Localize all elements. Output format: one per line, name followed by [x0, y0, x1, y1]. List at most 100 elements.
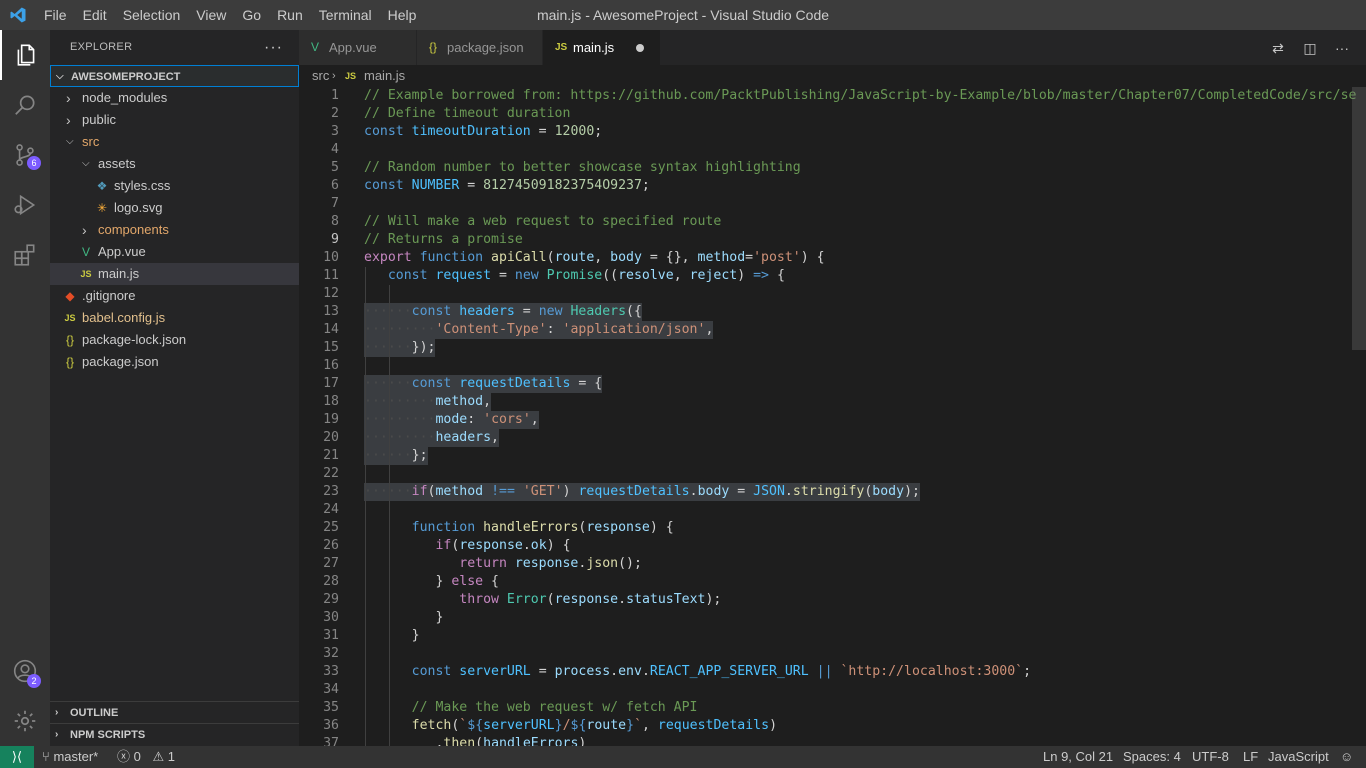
menu-edit[interactable]: Edit: [75, 0, 115, 30]
code-token: .: [618, 592, 627, 607]
code-line[interactable]: 27 return response.json();: [299, 555, 1352, 573]
code-line[interactable]: 33 const serverURL = process.env.REACT_A…: [299, 663, 1352, 681]
source-control-button[interactable]: 6: [0, 130, 50, 180]
tree-item--gitignore[interactable]: ◆ .gitignore: [50, 285, 299, 307]
tree-item-babel-config-js[interactable]: JS babel.config.js: [50, 307, 299, 329]
code-line[interactable]: 18 ·········method,: [299, 393, 1352, 411]
code-token: `: [634, 718, 643, 733]
code-line[interactable]: 1 // Example borrowed from: https://githu…: [299, 87, 1356, 105]
tree-item-logo-svg[interactable]: ✳ logo.svg: [50, 197, 299, 219]
eol-status[interactable]: LF: [1243, 746, 1258, 768]
scrollbar-thumb[interactable]: [1352, 87, 1366, 350]
tree-item-public[interactable]: › public: [50, 109, 299, 131]
code-line[interactable]: 10 export function apiCall(route, body = …: [299, 249, 1352, 267]
menu-file[interactable]: File: [36, 0, 75, 30]
code-line[interactable]: 5 // Random number to better showcase syn…: [299, 159, 1352, 177]
code-line[interactable]: 37 .then(handleErrors): [299, 735, 1352, 746]
code-line[interactable]: 16: [299, 357, 1352, 375]
code-line[interactable]: 2 // Define timeout duration: [299, 105, 1352, 123]
code-line[interactable]: 28 } else {: [299, 573, 1352, 591]
code-line[interactable]: 12: [299, 285, 1352, 303]
code-line[interactable]: 14 ·········'Content-Type': 'application/…: [299, 321, 1352, 339]
code-line[interactable]: 25 function handleErrors(response) {: [299, 519, 1352, 537]
file-tree: › node_modules › public ⌵ src ⌵ assets ❖ styles.c…: [50, 87, 299, 373]
line-number: 18: [323, 394, 339, 409]
code-line[interactable]: 20 ·········headers,: [299, 429, 1352, 447]
explorer-button[interactable]: [0, 30, 50, 80]
code-line[interactable]: 8 // Will make a web request to specified…: [299, 213, 1352, 231]
tab-package-json[interactable]: {} package.json: [417, 30, 543, 65]
manage-button[interactable]: [0, 696, 50, 746]
code-line[interactable]: 36 fetch(`${serverURL}/${route}`, reques…: [299, 717, 1352, 735]
menu-go[interactable]: Go: [234, 0, 269, 30]
unsaved-dot-icon[interactable]: [636, 44, 644, 52]
search-button[interactable]: [0, 80, 50, 130]
tree-item-src[interactable]: ⌵ src: [50, 131, 299, 153]
tree-item-assets[interactable]: ⌵ assets: [50, 153, 299, 175]
outline-section[interactable]: › OUTLINE: [50, 701, 299, 724]
encoding-status[interactable]: UTF-8: [1192, 746, 1229, 768]
code-text: ······const requestDetails = {: [364, 375, 603, 393]
code-line[interactable]: 21 ······};: [299, 447, 1352, 465]
remote-icon[interactable]: ⟩⟨: [0, 746, 34, 768]
tree-item-app-vue[interactable]: V App.vue: [50, 241, 299, 263]
code-line[interactable]: 17 ······const requestDetails = {: [299, 375, 1352, 393]
code-line[interactable]: 31 }: [299, 627, 1352, 645]
more-actions-icon[interactable]: ···: [1333, 39, 1351, 57]
tree-item-node-modules[interactable]: › node_modules: [50, 87, 299, 109]
code-text: // Will make a web request to specified …: [364, 213, 721, 231]
code-line[interactable]: 30 }: [299, 609, 1352, 627]
tab-app-vue[interactable]: V App.vue: [299, 30, 417, 65]
npm-scripts-section[interactable]: › NPM SCRIPTS: [50, 723, 299, 746]
code-line[interactable]: 3 const timeoutDuration = 12000;: [299, 123, 1352, 141]
code-token: = {: [570, 376, 603, 391]
indentation-status[interactable]: Spaces: 4: [1123, 746, 1181, 768]
tree-item-package-lock-json[interactable]: {} package-lock.json: [50, 329, 299, 351]
menu-terminal[interactable]: Terminal: [311, 0, 380, 30]
tab-main-js[interactable]: JS main.js: [543, 30, 661, 65]
code-line[interactable]: 13 ······const headers = new Headers({: [299, 303, 1352, 321]
language-mode[interactable]: JavaScript: [1268, 746, 1329, 768]
problems-status[interactable]: ⓧ 0 ⚠ 1: [117, 746, 175, 768]
code-line[interactable]: 23 ······if(method !== 'GET') requestDeta…: [299, 483, 1352, 501]
code-line[interactable]: 11 const request = new Promise((resolve,…: [299, 267, 1352, 285]
open-changes-icon[interactable]: ⇄: [1269, 39, 1287, 57]
code-token: requestDetails: [578, 484, 690, 499]
code-token: ) {: [546, 538, 571, 553]
tree-item-package-json[interactable]: {} package.json: [50, 351, 299, 373]
project-section-header[interactable]: ⌵ AWESOMEPROJECT: [50, 65, 299, 87]
code-line[interactable]: 24: [299, 501, 1352, 519]
code-line[interactable]: 32: [299, 645, 1352, 663]
tree-item-styles-css[interactable]: ❖ styles.css: [50, 175, 299, 197]
breadcrumb-folder[interactable]: src: [312, 65, 329, 87]
code-line[interactable]: 22: [299, 465, 1352, 483]
tree-item-main-js[interactable]: JS main.js: [50, 263, 299, 285]
code-line[interactable]: 6 const NUMBER = 812745091823754O9237;: [299, 177, 1352, 195]
menu-selection[interactable]: Selection: [115, 0, 189, 30]
code-line[interactable]: 26 if(response.ok) {: [299, 537, 1352, 555]
code-line[interactable]: 35 // Make the web request w/ fetch API: [299, 699, 1352, 717]
more-actions-icon[interactable]: ···: [264, 30, 283, 65]
menu-run[interactable]: Run: [269, 0, 311, 30]
code-line[interactable]: 4: [299, 141, 1352, 159]
split-editor-icon[interactable]: ◫: [1301, 39, 1319, 57]
branch-status[interactable]: ⑂ master*: [42, 746, 98, 768]
menu-help[interactable]: Help: [380, 0, 425, 30]
cursor-position[interactable]: Ln 9, Col 21: [1043, 746, 1113, 768]
code-line[interactable]: 34: [299, 681, 1352, 699]
code-line[interactable]: 29 throw Error(response.statusText);: [299, 591, 1352, 609]
code-line[interactable]: 15 ······});: [299, 339, 1352, 357]
extensions-button[interactable]: [0, 230, 50, 280]
menu-view[interactable]: View: [188, 0, 234, 30]
code-line[interactable]: 7: [299, 195, 1352, 213]
accounts-button[interactable]: 2: [0, 646, 50, 696]
code-token: ): [769, 718, 778, 733]
editor-scrollbar[interactable]: [1352, 87, 1366, 746]
breadcrumb-file[interactable]: main.js: [364, 65, 405, 87]
tree-item-components[interactable]: › components: [50, 219, 299, 241]
feedback-icon[interactable]: ☺: [1340, 746, 1353, 768]
code-line[interactable]: 9 // Returns a promise: [299, 231, 1352, 249]
run-debug-button[interactable]: [0, 180, 50, 230]
code-line[interactable]: 19 ·········mode: 'cors',: [299, 411, 1352, 429]
code-editor[interactable]: 1 // Example borrowed from: https://githu…: [299, 87, 1366, 746]
